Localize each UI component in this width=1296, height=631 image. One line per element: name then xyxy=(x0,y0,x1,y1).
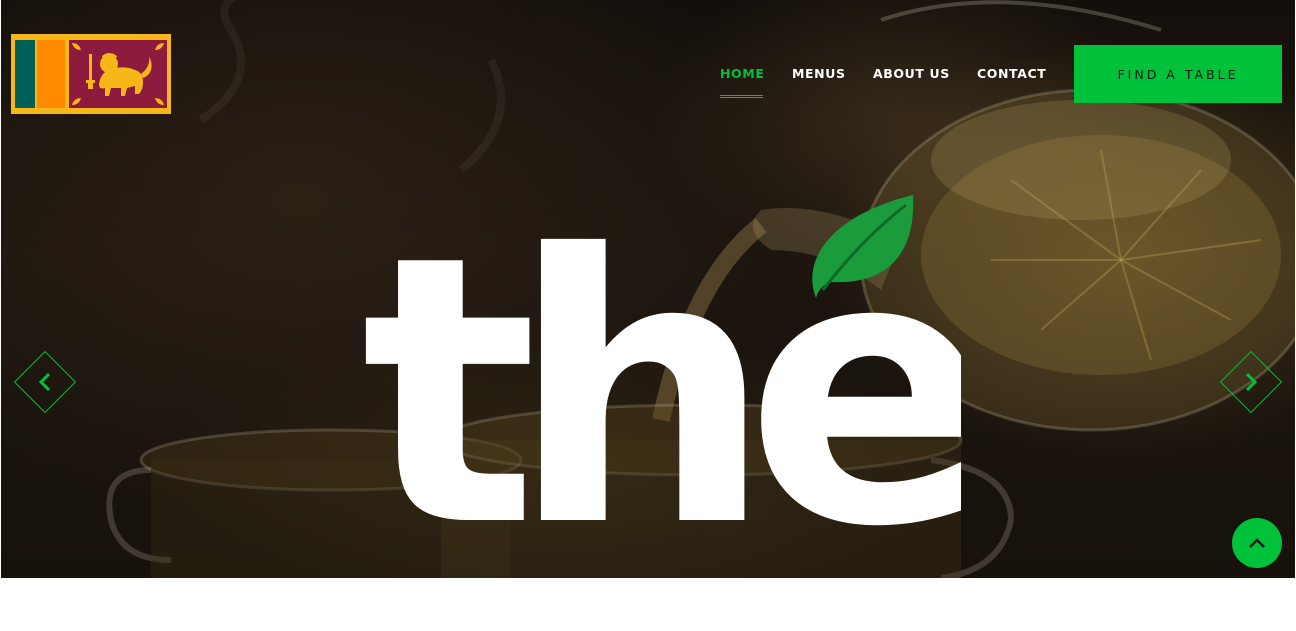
chevron-up-icon xyxy=(1249,538,1265,548)
chevron-right-icon[interactable] xyxy=(1241,369,1261,395)
nav-item-contact[interactable]: CONTACT xyxy=(977,66,1046,81)
find-a-table-button[interactable]: FIND A TABLE xyxy=(1074,45,1282,103)
back-to-top-button[interactable] xyxy=(1232,518,1282,568)
nav-item-home[interactable]: HOME xyxy=(720,66,764,81)
nav-item-menus[interactable]: MENUS xyxy=(792,66,846,81)
hero-headline: the xyxy=(361,190,961,530)
page: the HOME MENUS ABOUT US CONTACT FIND A T… xyxy=(0,0,1296,631)
chevron-left-icon[interactable] xyxy=(35,369,55,395)
nav-item-about-us[interactable]: ABOUT US xyxy=(873,66,950,81)
nav-active-indicator xyxy=(720,95,763,98)
main-nav: HOME MENUS ABOUT US CONTACT FIND A TABLE xyxy=(0,0,1296,120)
